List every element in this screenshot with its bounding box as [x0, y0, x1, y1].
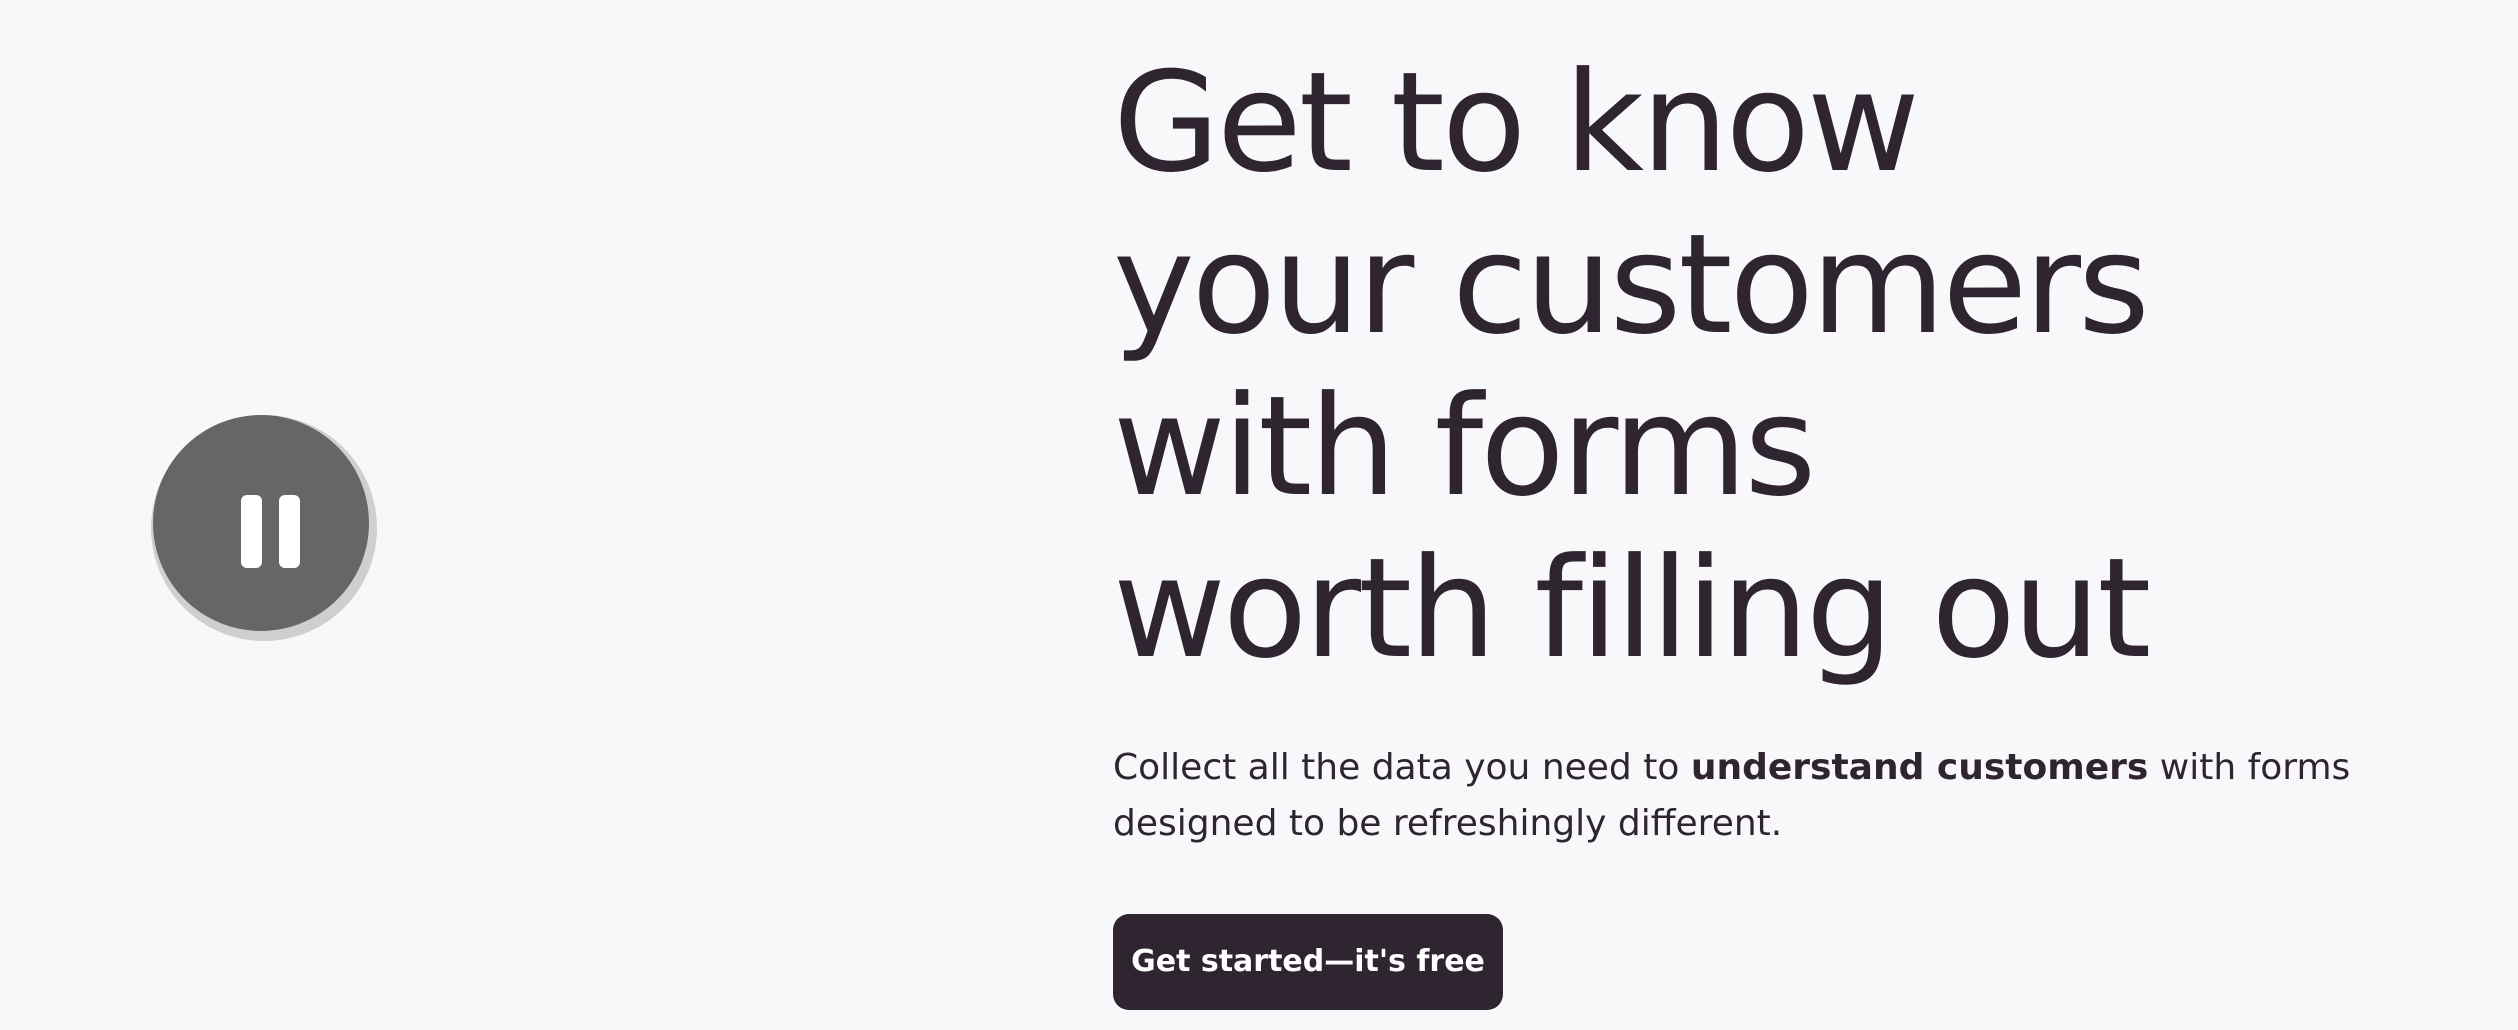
hero-headline: Get to know your customers with forms wo…	[1113, 42, 2508, 690]
subtext-intro: Collect all the data you need to	[1113, 747, 1691, 788]
headline-line-3: with forms	[1113, 366, 1816, 527]
get-started-button[interactable]: Get started—it's free	[1113, 914, 1503, 1010]
pause-button[interactable]	[151, 415, 377, 641]
hero-subtext: Collect all the data you need to underst…	[1113, 740, 2508, 852]
headline-line-4: worth filling out	[1113, 528, 2151, 689]
subtext-emphasis: understand customers	[1690, 747, 2149, 788]
pause-bar-left	[241, 495, 262, 568]
headline-line-2: your customers	[1113, 204, 2150, 365]
pause-bar-right	[279, 495, 300, 568]
hero-section: Get to know your customers with forms wo…	[1113, 42, 2508, 1010]
pause-icon	[153, 415, 369, 631]
headline-line-1: Get to know	[1113, 42, 1920, 203]
